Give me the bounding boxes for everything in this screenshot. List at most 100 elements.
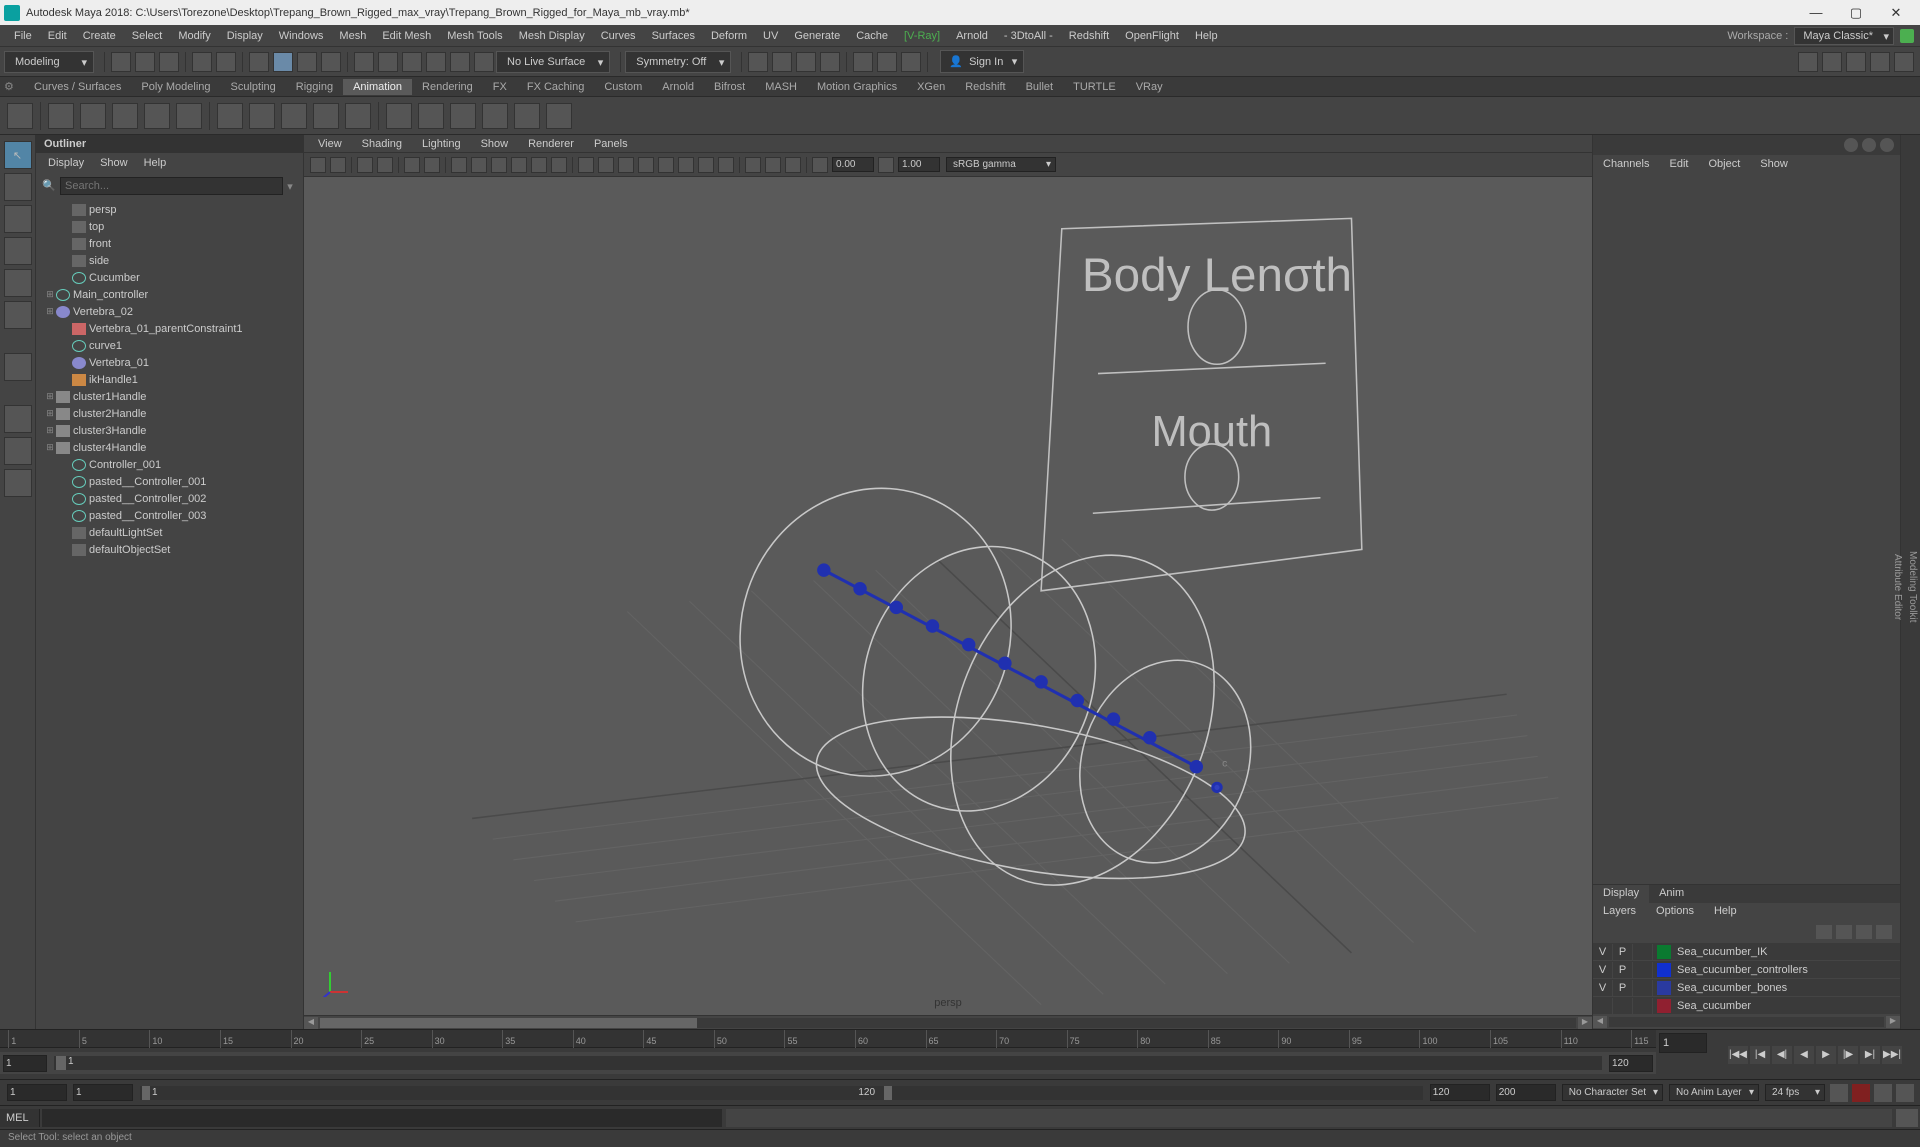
- snap-grid-icon[interactable]: [354, 52, 374, 72]
- outliner-item[interactable]: front: [36, 235, 303, 252]
- expand-icon[interactable]: ⊞: [44, 289, 56, 300]
- play-back-button[interactable]: ◀: [1794, 1046, 1814, 1064]
- shelf-icon-5[interactable]: [176, 103, 202, 129]
- layers-menu-help[interactable]: Help: [1704, 903, 1747, 921]
- outliner-item[interactable]: side: [36, 252, 303, 269]
- layer-playback-toggle[interactable]: P: [1613, 962, 1633, 978]
- snap-curve-icon[interactable]: [378, 52, 398, 72]
- viewport-scrollbar[interactable]: ◀ ▶: [304, 1015, 1592, 1029]
- menu-edit[interactable]: Edit: [40, 28, 75, 44]
- menu-mesh-tools[interactable]: Mesh Tools: [439, 28, 510, 44]
- vp-lights-icon[interactable]: [638, 157, 654, 173]
- layout-four[interactable]: [4, 437, 32, 465]
- layer-color-swatch[interactable]: [1657, 981, 1671, 995]
- outliner-item[interactable]: ⊞cluster1Handle: [36, 388, 303, 405]
- range-start-inner-input-2[interactable]: [73, 1084, 133, 1101]
- side-tab-modeling-toolkit[interactable]: Modeling Toolkit: [1905, 541, 1920, 633]
- save-scene-icon[interactable]: [159, 52, 179, 72]
- viewport-canvas[interactable]: Body Lenσth Mouth: [304, 177, 1592, 1015]
- layer-row[interactable]: VPSea_cucumber_bones: [1593, 979, 1900, 997]
- outliner-menu-help[interactable]: Help: [136, 155, 175, 171]
- layer-row[interactable]: VPSea_cucumber_controllers: [1593, 961, 1900, 979]
- layout-icon[interactable]: [1822, 52, 1842, 72]
- shelf-icon-13[interactable]: [450, 103, 476, 129]
- outliner-item[interactable]: pasted__Controller_001: [36, 473, 303, 490]
- menu-arnold[interactable]: Arnold: [948, 28, 996, 44]
- menu-file[interactable]: File: [6, 28, 40, 44]
- vp-field-chart-icon[interactable]: [531, 157, 547, 173]
- vp-xray-joints-icon[interactable]: [785, 157, 801, 173]
- layers-tab-display[interactable]: Display: [1593, 885, 1649, 903]
- expand-icon[interactable]: ⊞: [44, 306, 56, 317]
- menu-create[interactable]: Create: [75, 28, 124, 44]
- layer-display-type[interactable]: [1633, 980, 1653, 996]
- menu-help[interactable]: Help: [1187, 28, 1226, 44]
- layer-playback-toggle[interactable]: [1613, 998, 1633, 1014]
- select-hierarchy-icon[interactable]: [249, 52, 269, 72]
- menu-generate[interactable]: Generate: [786, 28, 848, 44]
- toggle-attr-icon[interactable]: [1894, 52, 1914, 72]
- shelf-tab-sculpting[interactable]: Sculpting: [221, 79, 286, 95]
- vp-menu-panels[interactable]: Panels: [584, 138, 638, 150]
- shelf-tab-mash[interactable]: MASH: [755, 79, 807, 95]
- module-selector[interactable]: Modeling: [4, 51, 94, 73]
- open-scene-icon[interactable]: [135, 52, 155, 72]
- select-object-icon[interactable]: [273, 52, 293, 72]
- outliner-item[interactable]: ⊞Main_controller: [36, 286, 303, 303]
- shelf-tab-fxcaching[interactable]: FX Caching: [517, 79, 594, 95]
- vp-grease-pencil-icon[interactable]: [424, 157, 440, 173]
- play-forward-button[interactable]: ▶: [1816, 1046, 1836, 1064]
- last-tool[interactable]: [4, 353, 32, 381]
- layer-row[interactable]: VPSea_cucumber_IK: [1593, 943, 1900, 961]
- vp-image-plane-icon[interactable]: [377, 157, 393, 173]
- vp-menu-shading[interactable]: Shading: [352, 138, 412, 150]
- range-slider-track[interactable]: 1: [54, 1056, 1602, 1070]
- outliner-item[interactable]: ⊞Vertebra_02: [36, 303, 303, 320]
- layers-menu-layers[interactable]: Layers: [1593, 903, 1646, 921]
- menu-surfaces[interactable]: Surfaces: [644, 28, 703, 44]
- vp-menu-lighting[interactable]: Lighting: [412, 138, 471, 150]
- vp-wireframe-icon[interactable]: [578, 157, 594, 173]
- vp-resolution-gate-icon[interactable]: [491, 157, 507, 173]
- cb-icon-2[interactable]: [1862, 138, 1876, 152]
- outliner-item[interactable]: pasted__Controller_002: [36, 490, 303, 507]
- layer-display-type[interactable]: [1633, 962, 1653, 978]
- expand-icon[interactable]: ⊞: [44, 391, 56, 402]
- vp-gamma-icon[interactable]: [878, 157, 894, 173]
- shelf-tab-fx[interactable]: FX: [483, 79, 517, 95]
- outliner-menu-display[interactable]: Display: [40, 155, 92, 171]
- playblast-icon[interactable]: [853, 52, 873, 72]
- range-start-inner-input[interactable]: [3, 1055, 47, 1072]
- snap-plane-icon[interactable]: [426, 52, 446, 72]
- close-button[interactable]: ✕: [1876, 3, 1916, 23]
- layers-tab-anim[interactable]: Anim: [1649, 885, 1694, 903]
- shelf-icon-8[interactable]: [281, 103, 307, 129]
- cb-icon-1[interactable]: [1844, 138, 1858, 152]
- vp-ao-icon[interactable]: [678, 157, 694, 173]
- layout-custom[interactable]: [4, 469, 32, 497]
- range-slider[interactable]: 1 120: [140, 1086, 1423, 1100]
- shelf-icon-14[interactable]: [482, 103, 508, 129]
- outliner-item[interactable]: top: [36, 218, 303, 235]
- script-editor-button[interactable]: [1896, 1109, 1918, 1127]
- cb-scroll-left-icon[interactable]: ◀: [1593, 1016, 1607, 1028]
- shelf-icon-15[interactable]: [514, 103, 540, 129]
- layout-single[interactable]: [4, 405, 32, 433]
- shelf-tab-redshift[interactable]: Redshift: [955, 79, 1015, 95]
- menu-uv[interactable]: UV: [755, 28, 786, 44]
- layer-new-selected-icon[interactable]: [1876, 925, 1892, 939]
- shelf-tab-rigging[interactable]: Rigging: [286, 79, 343, 95]
- shelf-icon-9[interactable]: [313, 103, 339, 129]
- menu-mesh[interactable]: Mesh: [331, 28, 374, 44]
- character-set-dropdown[interactable]: No Character Set: [1562, 1084, 1663, 1101]
- redo-icon[interactable]: [216, 52, 236, 72]
- select-tool[interactable]: ↖: [4, 141, 32, 169]
- step-forward-key-button[interactable]: ▶|: [1860, 1046, 1880, 1064]
- menu-3dtoall[interactable]: - 3DtoAll -: [996, 28, 1061, 44]
- cb-menu-channels[interactable]: Channels: [1593, 155, 1659, 175]
- live-surface-icon[interactable]: [474, 52, 494, 72]
- layer-row[interactable]: Sea_cucumber: [1593, 997, 1900, 1015]
- layer-display-type[interactable]: [1633, 944, 1653, 960]
- cb-menu-show[interactable]: Show: [1750, 155, 1798, 175]
- play-icon[interactable]: [877, 52, 897, 72]
